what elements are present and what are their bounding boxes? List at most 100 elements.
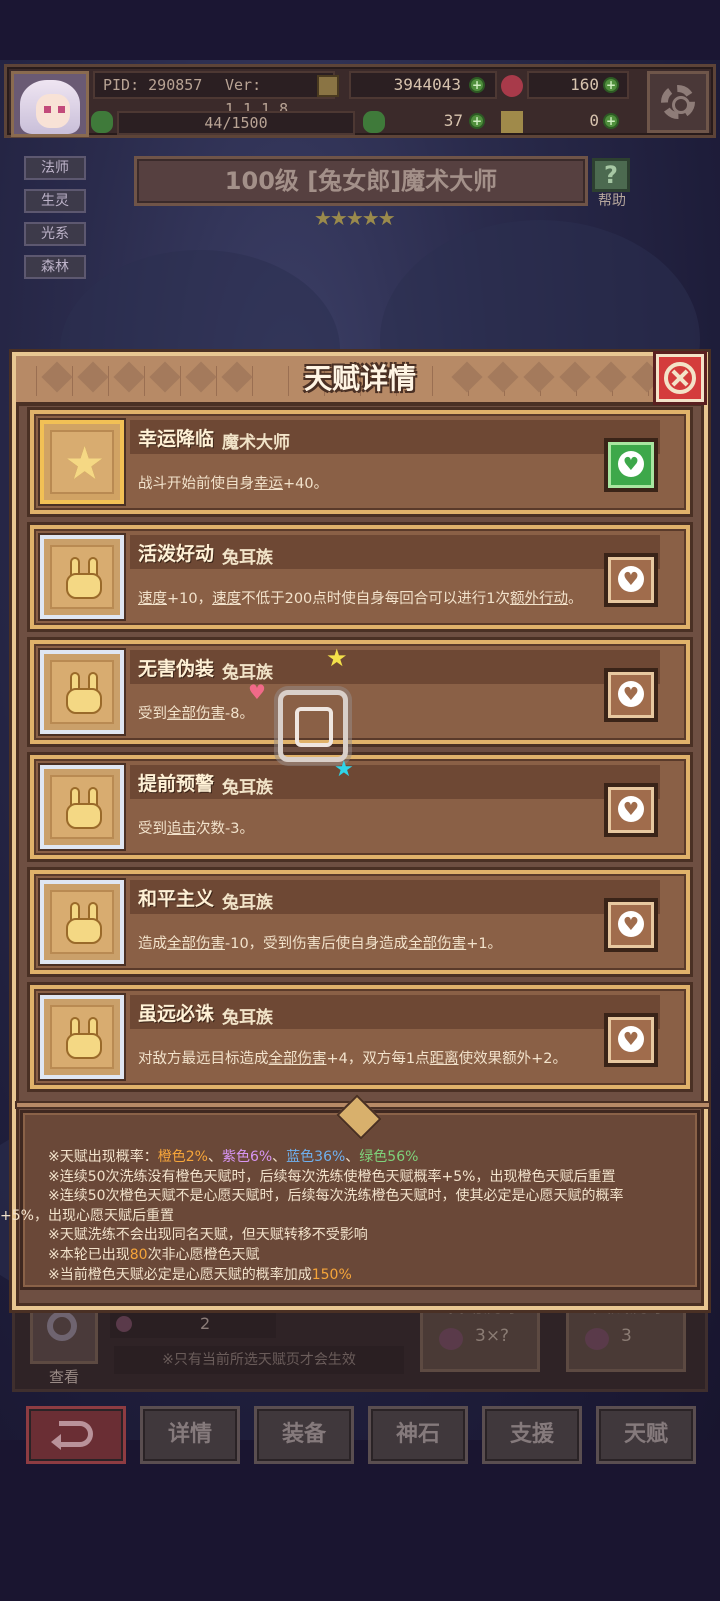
keyword-link[interactable]: 额外行动 bbox=[510, 591, 568, 607]
add-clover-icon[interactable]: + bbox=[469, 113, 485, 129]
wish-toggle-button[interactable]: ♥ bbox=[604, 1013, 658, 1067]
settings-button[interactable] bbox=[647, 71, 709, 133]
keyword-link[interactable]: 追击 bbox=[167, 821, 196, 837]
separator: 、 bbox=[345, 1149, 360, 1165]
info-line-4: +5%，出现心愿天赋后重置 bbox=[0, 1207, 174, 1224]
talent-name: 虽远必诛 bbox=[138, 1003, 215, 1025]
add-gem-icon[interactable]: + bbox=[603, 77, 619, 93]
pid-text: PID: 290857 bbox=[103, 76, 203, 94]
close-button[interactable] bbox=[656, 354, 704, 402]
description-text: -10，受到伤害后使自身造成 bbox=[225, 936, 409, 952]
prob-green: 绿色56% bbox=[359, 1149, 419, 1165]
talent-card[interactable]: 和平主义 兔耳族造成全部伤害-10，受到伤害后使自身造成全部伤害+1。 ♥ bbox=[30, 870, 690, 974]
gem-icon bbox=[501, 75, 523, 97]
talent-name: 提前预警 bbox=[138, 773, 215, 795]
coin-icon bbox=[317, 75, 339, 97]
keyword-link[interactable]: 幸运 bbox=[254, 476, 283, 492]
xp-bar: 44/1500 bbox=[117, 111, 355, 135]
keyword-link[interactable]: 全部伤害 bbox=[269, 1051, 327, 1067]
potion-count-value: 2 bbox=[200, 1314, 211, 1333]
talent-card[interactable]: ★ 幸运降临 魔术大师 战斗开始前使自身幸运+40。 ♥ bbox=[30, 410, 690, 514]
info-line-2: ※连续50次洗练没有橙色天赋时，后续每次洗练使橙色天赋概率+5%，出现橙色天赋后… bbox=[48, 1168, 616, 1185]
help-button[interactable]: ? 帮助 bbox=[586, 156, 638, 209]
nav-equipment[interactable]: 装备 bbox=[254, 1406, 354, 1464]
nav-talent[interactable]: 天赋 bbox=[596, 1406, 696, 1464]
talent-race: 兔耳族 bbox=[222, 778, 273, 798]
talent-name: 无害伪装 bbox=[138, 658, 215, 680]
back-button[interactable] bbox=[26, 1406, 126, 1464]
prob-blue: 蓝色36% bbox=[286, 1149, 346, 1165]
clover-value: 37 bbox=[443, 111, 463, 130]
gem-value: 160 bbox=[570, 75, 599, 94]
description-text: 造成 bbox=[138, 936, 167, 952]
wish-toggle-button[interactable]: ♥ bbox=[604, 668, 658, 722]
rabbit-talent-icon bbox=[40, 765, 124, 849]
talent-card[interactable]: 无害伪装 兔耳族 受到全部伤害-8。 ♥ bbox=[30, 640, 690, 744]
add-key-icon[interactable]: + bbox=[603, 113, 619, 129]
avatar[interactable] bbox=[11, 71, 89, 137]
hero-title: 100级 [兔女郎]魔术大师 bbox=[134, 156, 588, 206]
talent-card[interactable]: 提前预警 兔耳族 受到追击次数-3。 ♥ bbox=[30, 755, 690, 859]
description-text: 不低于200点时使自身每回合可以进行1次 bbox=[241, 591, 511, 607]
talent-card[interactable]: 虽远必诛 兔耳族 对敌方最远目标造成全部伤害+4，双方每1点距离使效果额外+2。 ♥ bbox=[30, 985, 690, 1089]
talent-description: 对敌方最远目标造成全部伤害+4，双方每1点距离使效果额外+2。 bbox=[138, 1047, 567, 1068]
nav-godstone[interactable]: 神石 bbox=[368, 1406, 468, 1464]
rabbit-talent-icon bbox=[40, 995, 124, 1079]
back-arrow-icon bbox=[51, 1421, 93, 1450]
talent-name: 和平主义 bbox=[138, 888, 215, 910]
talent-description: 速度+10，速度不低于200点时使自身每回合可以进行1次额外行动。 bbox=[138, 587, 583, 608]
keyword-link[interactable]: 全部伤害 bbox=[408, 936, 466, 952]
talent-race: 兔耳族 bbox=[222, 893, 273, 913]
description-text: +4，双方每1点 bbox=[326, 1051, 430, 1067]
separator: 、 bbox=[272, 1149, 287, 1165]
view-label: 查看 bbox=[48, 1368, 79, 1386]
description-text: 对敌方最远目标造成 bbox=[138, 1051, 269, 1067]
auto-wash-button[interactable]: 自动洗练 3×? bbox=[420, 1296, 540, 1372]
wish-toggle-button[interactable]: ♥ bbox=[604, 553, 658, 607]
wash-button[interactable]: 天赋洗练 3 bbox=[566, 1296, 686, 1372]
keyword-link[interactable]: 速度 bbox=[138, 591, 167, 607]
description-text: +10， bbox=[167, 591, 213, 607]
rabbit-talent-icon bbox=[40, 650, 124, 734]
info-text: ※天赋出现概率：橙色2%、紫色6%、蓝色36%、绿色56% ※连续50次洗练没有… bbox=[0, 1148, 688, 1285]
heart-icon: ♥ bbox=[618, 796, 644, 822]
add-gold-icon[interactable]: + bbox=[469, 77, 485, 93]
separator: 、 bbox=[207, 1149, 222, 1165]
tag-class: 法师 bbox=[24, 156, 86, 180]
bottom-background bbox=[0, 1440, 720, 1601]
question-icon: ? bbox=[592, 158, 630, 192]
potion-count: 2 bbox=[110, 1310, 276, 1338]
talent-card[interactable]: 活泼好动 兔耳族 速度+10，速度不低于200点时使自身每回合可以进行1次额外行动。… bbox=[30, 525, 690, 629]
info-line-6: ※本轮已出现80次非心愿橙色天赋 bbox=[48, 1246, 688, 1266]
close-icon bbox=[664, 362, 696, 394]
modal-title: 天赋详情 bbox=[303, 362, 416, 395]
nav-details[interactable]: 详情 bbox=[140, 1406, 240, 1464]
nav-support[interactable]: 支援 bbox=[482, 1406, 582, 1464]
info-line-3: ※连续50次橙色天赋不是心愿天赋时，后续每次洗练橙色天赋时，使其必定是心愿天赋的… bbox=[48, 1188, 624, 1205]
wash-cost: 3 bbox=[621, 1326, 632, 1346]
talent-description: 造成全部伤害-10，受到伤害后使自身造成全部伤害+1。 bbox=[138, 932, 502, 953]
keyword-link[interactable]: 距离 bbox=[430, 1051, 459, 1067]
gold-value: 3944043 bbox=[393, 75, 461, 94]
sparkle-star-icon: ★ bbox=[326, 644, 348, 672]
talent-name: 幸运降临 bbox=[138, 428, 215, 450]
description-text: +40。 bbox=[283, 476, 329, 492]
wish-toggle-button[interactable]: ♥ bbox=[604, 898, 658, 952]
keyword-link[interactable]: 速度 bbox=[212, 591, 241, 607]
tag-habitat: 森林 bbox=[24, 255, 86, 279]
info-line-1: ※天赋出现概率：橙色2%、紫色6%、蓝色36%、绿色56% bbox=[48, 1148, 688, 1168]
clover-xp-icon bbox=[91, 111, 113, 133]
rabbit-talent-icon bbox=[40, 880, 124, 964]
heart-icon: ♥ bbox=[618, 566, 644, 592]
wish-toggle-button[interactable]: ♥ bbox=[604, 438, 658, 492]
star-talent-icon: ★ bbox=[40, 420, 124, 504]
keyword-link[interactable]: 全部伤害 bbox=[167, 936, 225, 952]
top-hud: PID: 290857 Ver: 1.1.1.8 3944043 + 160 +… bbox=[4, 64, 716, 138]
key-value: 0 bbox=[589, 111, 599, 130]
tag-element: 光系 bbox=[24, 222, 86, 246]
modal-header: 天赋详情 bbox=[16, 356, 704, 406]
keyword-link[interactable]: 全部伤害 bbox=[167, 706, 225, 722]
prob-orange: 橙色2% bbox=[157, 1149, 208, 1165]
prob-purple: 紫色6% bbox=[221, 1149, 273, 1165]
wish-toggle-button[interactable]: ♥ bbox=[604, 783, 658, 837]
